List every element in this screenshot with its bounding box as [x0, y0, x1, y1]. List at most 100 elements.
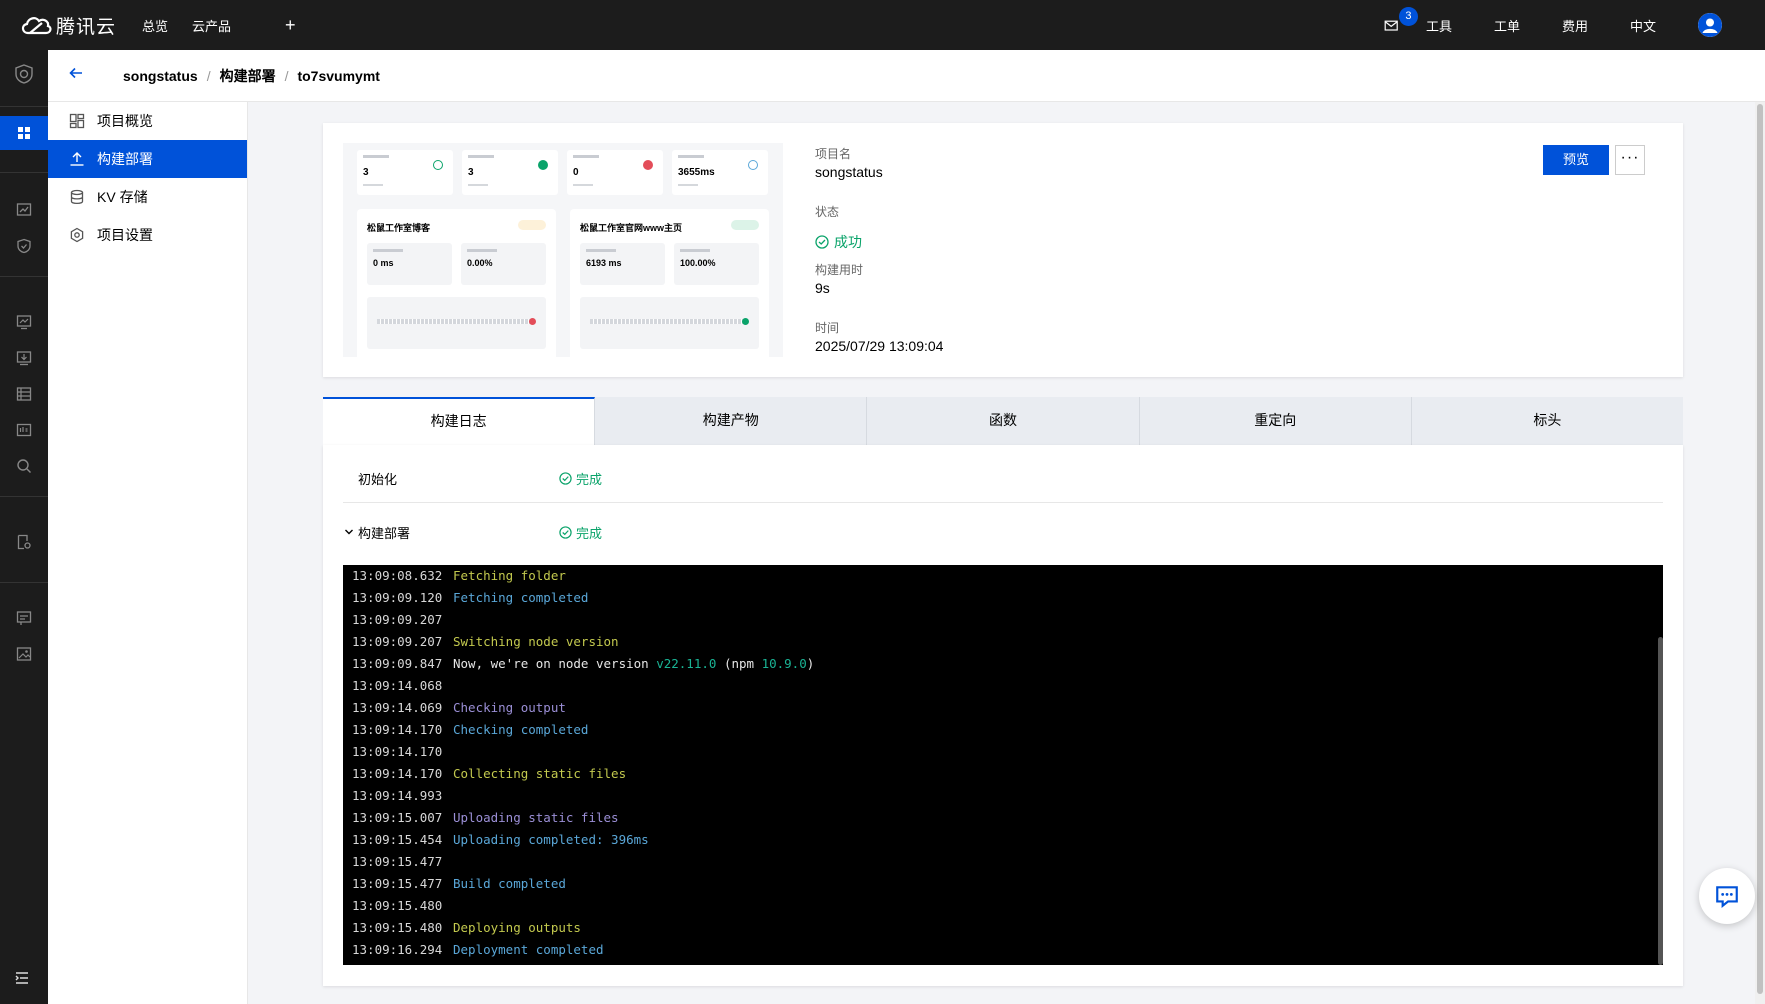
edgeone-product-icon[interactable] — [14, 64, 34, 84]
step-toggle[interactable]: 构建部署 — [343, 523, 559, 542]
log-line: 13:09:14.170 Checking completed — [343, 719, 1663, 741]
site-preview-thumbnail[interactable]: 3 3 0 3655ms 松鼠工作室博客 0 ms 0.00% 松鼠工作室官网w… — [343, 143, 783, 357]
more-actions-button[interactable]: ··· — [1615, 145, 1645, 175]
nav-overview[interactable]: 总览 — [142, 16, 168, 35]
log-timestamp: 13:09:09.207 — [352, 612, 443, 627]
terminal-scrollbar[interactable] — [1658, 637, 1663, 965]
download-screen-icon[interactable] — [14, 348, 34, 368]
tab-headers[interactable]: 标头 — [1412, 397, 1683, 445]
log-message: Now, we're on node version v22.11.0 (npm… — [453, 653, 814, 675]
security-shield-icon[interactable] — [14, 236, 34, 256]
breadcrumb-section[interactable]: 构建部署 — [220, 66, 276, 86]
log-line: 13:09:14.993 — [343, 785, 1663, 807]
log-timestamp: 13:09:15.007 — [352, 810, 443, 825]
side-item-label: 项目概览 — [97, 113, 153, 129]
list-layout-icon[interactable] — [14, 384, 34, 404]
nav-billing[interactable]: 费用 — [1562, 16, 1588, 35]
status-value: 成功 — [815, 219, 943, 261]
report-icon[interactable] — [14, 420, 34, 440]
log-timestamp: 13:09:15.480 — [352, 920, 443, 935]
log-timestamp: 13:09:15.477 — [352, 854, 443, 869]
tab-build-log[interactable]: 构建日志 — [323, 397, 596, 445]
step-name: 构建部署 — [358, 525, 411, 541]
step-row-init: 初始化 完成 — [343, 455, 1663, 503]
step-status: 完成 — [559, 523, 602, 542]
log-timestamp: 13:09:14.068 — [352, 678, 443, 693]
tab-redirects[interactable]: 重定向 — [1140, 397, 1412, 445]
back-arrow-icon[interactable] — [68, 65, 88, 86]
deployment-fields: 项目名 songstatus 状态 成功 构建用时 9s 时间 2025/07/… — [815, 145, 943, 377]
log-timestamp: 13:09:16.294 — [352, 942, 443, 957]
log-timestamp: 13:09:14.170 — [352, 766, 443, 781]
log-timestamp: 13:09:08.632 — [352, 568, 443, 583]
config-document-icon[interactable] — [14, 532, 34, 552]
breadcrumb-deployment: to7svumymt — [297, 67, 380, 84]
image-icon[interactable] — [14, 644, 34, 664]
top-navigation-bar: 腾讯云 总览 云产品 + 3 工具 工单 费用 中文 — [0, 0, 1765, 50]
status-label: 状态 — [815, 205, 840, 219]
log-message: Checking completed — [453, 722, 589, 737]
side-item-kv-storage[interactable]: KV 存储 — [48, 178, 247, 216]
search-icon[interactable] — [14, 456, 34, 476]
status-text: 成功 — [834, 233, 862, 250]
side-item-overview[interactable]: 项目概览 — [48, 102, 247, 140]
collapse-menu-icon[interactable] — [14, 970, 34, 990]
log-timestamp: 13:09:15.477 — [352, 876, 443, 891]
nav-products[interactable]: 云产品 — [192, 16, 231, 35]
side-menu: 项目概览 构建部署 KV 存储 项目设置 — [48, 102, 248, 1004]
dashboard-icon — [68, 112, 86, 130]
log-timestamp: 13:09:15.454 — [352, 832, 443, 847]
breadcrumb-project[interactable]: songstatus — [123, 68, 198, 84]
nav-language[interactable]: 中文 — [1630, 16, 1656, 35]
brand-name: 腾讯云 — [56, 16, 117, 38]
page-header: songstatus / 构建部署 / to7svumymt — [48, 50, 1765, 102]
side-item-settings[interactable]: 项目设置 — [48, 216, 247, 254]
mail-button[interactable]: 3 — [1384, 7, 1418, 35]
database-icon — [68, 188, 86, 206]
success-check-icon — [559, 472, 572, 485]
log-message-part: (npm — [716, 656, 762, 671]
log-terminal[interactable]: 13:09:08.632 Fetching folder 13:09:09.120 F… — [343, 565, 1663, 965]
log-timestamp: 13:09:09.120 — [352, 590, 443, 605]
breadcrumb: songstatus / 构建部署 / to7svumymt — [123, 66, 380, 86]
log-line: 13:09:15.007 Uploading static files — [343, 807, 1663, 829]
log-line: 13:09:09.847 Now, we're on node version v… — [343, 653, 1663, 675]
log-message-part: ) — [806, 656, 815, 671]
preview-button[interactable]: 预览 — [1543, 145, 1609, 175]
duration-label: 构建用时 — [815, 263, 864, 277]
chat-support-button[interactable] — [1699, 868, 1755, 924]
log-message: Uploading static files — [453, 810, 619, 825]
nav-tools[interactable]: 工具 — [1426, 16, 1452, 35]
log-message: Fetching completed — [453, 590, 589, 605]
log-line: 13:09:15.454 Uploading completed: 396ms — [343, 829, 1663, 851]
user-avatar[interactable] — [1698, 13, 1722, 37]
log-line: 13:09:14.170 Collecting static files — [343, 763, 1663, 785]
tab-build-artifacts[interactable]: 构建产物 — [595, 397, 868, 445]
thumb-stat-card: 3 — [462, 150, 558, 195]
log-line: 13:09:14.170 — [343, 741, 1663, 763]
thumb-stat-card: 3 — [357, 150, 453, 195]
thumb-stat-card: 3655ms — [672, 150, 768, 195]
side-item-build-deploy[interactable]: 构建部署 — [48, 140, 247, 178]
nav-tickets[interactable]: 工单 — [1494, 16, 1520, 35]
log-message-part: Now, we're on node version — [453, 656, 657, 671]
time-label: 时间 — [815, 321, 840, 335]
page-scrollbar[interactable] — [1755, 102, 1765, 1004]
log-line: 13:09:14.068 — [343, 675, 1663, 697]
log-message-part: v22.11.0 — [656, 656, 717, 671]
brand-logo[interactable]: 腾讯云 — [18, 12, 126, 39]
project-name-label: 项目名 — [815, 147, 852, 161]
grid-menu-icon[interactable] — [0, 116, 48, 150]
log-line: 13:09:15.480 — [343, 895, 1663, 917]
analytics-icon[interactable] — [14, 200, 34, 220]
message-board-icon[interactable] — [14, 608, 34, 628]
log-timestamp: 13:09:14.993 — [352, 788, 443, 803]
add-shortcut-button[interactable]: + — [285, 15, 296, 36]
breadcrumb-separator: / — [206, 67, 211, 84]
side-item-label: 项目设置 — [97, 227, 153, 243]
monitor-icon[interactable] — [14, 312, 34, 332]
tab-functions[interactable]: 函数 — [867, 397, 1140, 445]
log-line: 13:09:16.294 Deployment completed — [343, 939, 1663, 961]
success-check-icon — [815, 234, 829, 249]
deployment-tabs: 构建日志 构建产物 函数 重定向 标头 — [323, 397, 1683, 445]
